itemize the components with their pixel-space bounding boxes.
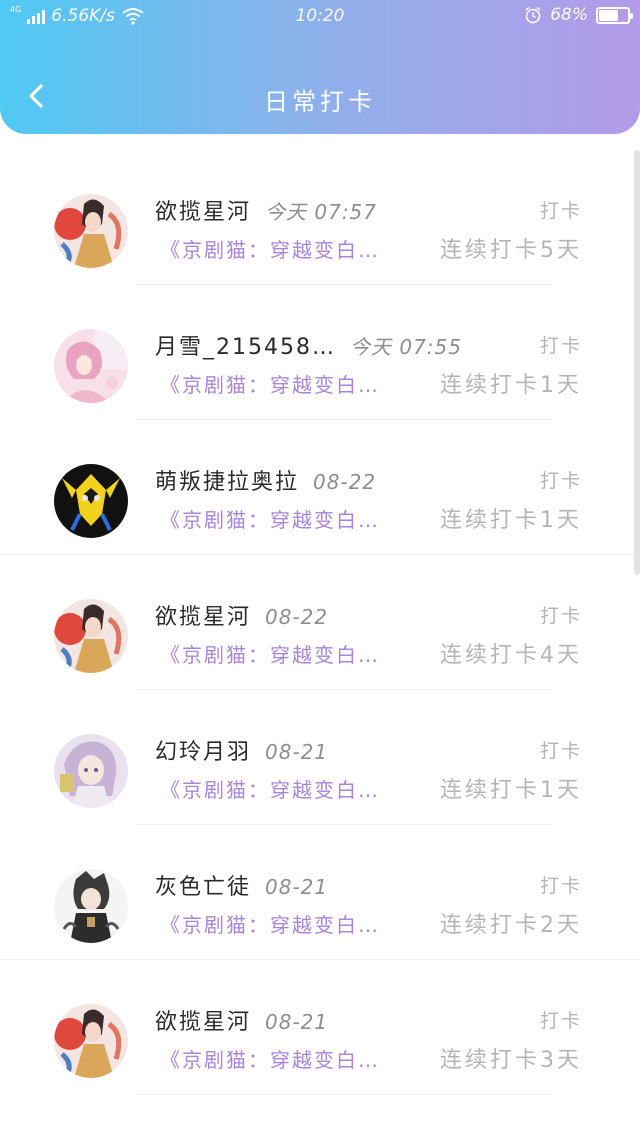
avatar[interactable] — [54, 1004, 128, 1078]
alarm-icon — [525, 6, 541, 24]
checkin-list[interactable]: 欲揽星河 今天 07:57 打卡 《京剧猫：穿越变白… 连续打卡5天 月雪_21… — [0, 150, 640, 1138]
list-item[interactable]: 幻玲月羽 08-21 打卡 《京剧猫：穿越变白… 连续打卡1天 — [0, 690, 640, 825]
book-title-link[interactable]: 《京剧猫：穿越变白… — [160, 1044, 380, 1073]
list-item[interactable]: 欲揽星河 今天 07:57 打卡 《京剧猫：穿越变白… 连续打卡5天 — [0, 150, 640, 285]
checkin-time: 08-22 — [313, 470, 377, 494]
avatar[interactable] — [54, 464, 128, 538]
user-name[interactable]: 幻玲月羽 — [155, 734, 251, 766]
list-item[interactable]: 灰色亡徒 08-21 打卡 《京剧猫：穿越变白… 连续打卡2天 — [0, 825, 640, 960]
book-title-link[interactable]: 《京剧猫：穿越变白… — [160, 639, 380, 668]
header: 4G 6.56K/s 10:20 68% 日常打卡 — [0, 0, 640, 134]
streak-text: 连续打卡2天 — [440, 913, 582, 938]
checkin-time: 今天 07:57 — [265, 200, 378, 224]
book-title-link[interactable]: 《京剧猫：穿越变白… — [160, 369, 380, 398]
book-title-link[interactable]: 《京剧猫：穿越变白… — [160, 504, 380, 533]
checkin-time: 今天 07:55 — [349, 335, 462, 359]
checkin-label: 打卡 — [539, 335, 582, 357]
name-line: 欲揽星河 08-21 — [155, 1004, 328, 1036]
name-line: 幻玲月羽 08-21 — [155, 734, 328, 766]
list-item[interactable]: 欲揽星河 08-22 打卡 《京剧猫：穿越变白… 连续打卡4天 — [0, 555, 640, 690]
checkin-label: 打卡 — [539, 605, 582, 627]
name-line: 欲揽星河 今天 07:57 — [155, 194, 377, 226]
list-item[interactable]: 月雪_215458… 今天 07:55 打卡 《京剧猫：穿越变白… 连续打卡1天 — [0, 285, 640, 420]
avatar[interactable] — [54, 599, 128, 673]
list-item[interactable]: 欲揽星河 08-21 打卡 《京剧猫：穿越变白… 连续打卡3天 — [0, 960, 640, 1095]
divider — [136, 1094, 552, 1095]
streak-text: 连续打卡1天 — [440, 373, 582, 398]
avatar[interactable] — [54, 194, 128, 268]
streak-text: 连续打卡1天 — [440, 508, 582, 533]
avatar[interactable] — [54, 869, 128, 943]
checkin-label: 打卡 — [539, 740, 582, 762]
checkin-time: 08-21 — [265, 875, 329, 899]
user-name[interactable]: 欲揽星河 — [155, 599, 251, 631]
scrollbar[interactable] — [634, 150, 640, 575]
avatar[interactable] — [54, 734, 128, 808]
user-name[interactable]: 欲揽星河 — [155, 1004, 251, 1036]
checkin-time: 08-22 — [265, 605, 329, 629]
status-right: 68% — [524, 5, 633, 25]
checkin-time: 08-21 — [265, 740, 329, 764]
streak-text: 连续打卡4天 — [440, 643, 582, 668]
checkin-label: 打卡 — [539, 1010, 582, 1032]
user-name[interactable]: 灰色亡徒 — [155, 869, 251, 901]
nav-bar: 日常打卡 — [0, 60, 640, 132]
status-bar: 4G 6.56K/s 10:20 68% — [0, 0, 640, 34]
checkin-label: 打卡 — [539, 875, 582, 897]
battery-icon — [596, 6, 633, 24]
battery-percent: 68% — [550, 5, 588, 25]
book-title-link[interactable]: 《京剧猫：穿越变白… — [160, 774, 380, 803]
checkin-label: 打卡 — [539, 200, 582, 222]
name-line: 萌叛捷拉奥拉 08-22 — [155, 464, 376, 496]
user-name[interactable]: 月雪_215458… — [155, 329, 336, 361]
streak-text: 连续打卡1天 — [440, 778, 582, 803]
avatar[interactable] — [54, 329, 128, 403]
name-line: 月雪_215458… 今天 07:55 — [155, 329, 462, 361]
page-title: 日常打卡 — [264, 88, 376, 116]
list-item[interactable]: 萌叛捷拉奥拉 08-22 打卡 《京剧猫：穿越变白… 连续打卡1天 — [0, 420, 640, 555]
name-line: 欲揽星河 08-22 — [155, 599, 328, 631]
streak-text: 连续打卡5天 — [440, 238, 582, 263]
name-line: 灰色亡徒 08-21 — [155, 869, 328, 901]
checkin-label: 打卡 — [539, 470, 582, 492]
checkin-time: 08-21 — [265, 1010, 329, 1034]
book-title-link[interactable]: 《京剧猫：穿越变白… — [160, 234, 380, 263]
user-name[interactable]: 欲揽星河 — [155, 194, 251, 226]
book-title-link[interactable]: 《京剧猫：穿越变白… — [160, 909, 380, 938]
streak-text: 连续打卡3天 — [440, 1048, 582, 1073]
user-name[interactable]: 萌叛捷拉奥拉 — [155, 464, 299, 496]
